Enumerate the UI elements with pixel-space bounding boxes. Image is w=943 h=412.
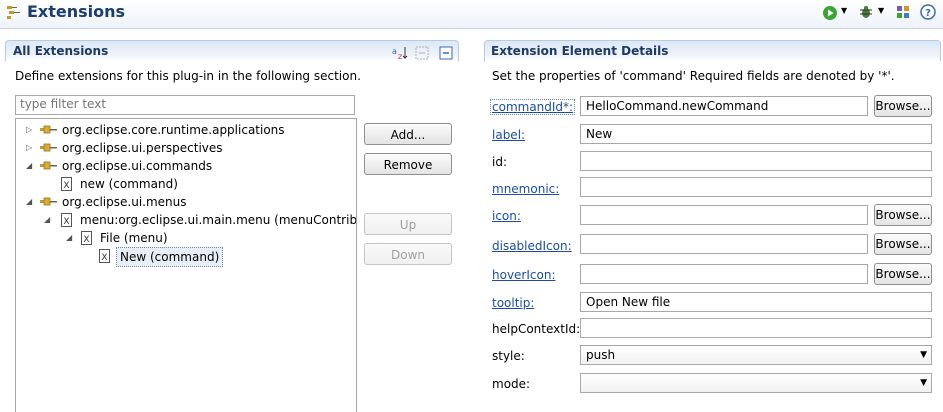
run-icon[interactable] <box>822 5 838 24</box>
tree-item[interactable]: ◢ org.eclipse.ui.commands <box>16 157 356 175</box>
editor-header: Extensions ▼ ▼ ? <box>0 0 943 28</box>
expand-all-icon[interactable] <box>415 46 429 63</box>
add-button[interactable]: Add... <box>364 123 452 145</box>
run-dropdown-icon[interactable]: ▼ <box>841 6 847 15</box>
chevron-down-icon[interactable]: ▼ <box>920 346 927 364</box>
mode-label: mode: <box>492 377 531 391</box>
tree-item[interactable]: X new (command) <box>16 175 356 193</box>
tree-item-label: org.eclipse.core.runtime.applications <box>62 123 285 137</box>
svg-text:a: a <box>392 47 397 56</box>
disabledicon-link[interactable]: disabledIcon: <box>492 239 572 253</box>
extensions-tree[interactable]: ▷ org.eclipse.core.runtime.applications … <box>15 118 357 412</box>
id-label: id: <box>492 155 507 169</box>
tree-item-selected[interactable]: X New (command) <box>16 247 356 268</box>
label-field[interactable]: New <box>580 124 932 144</box>
svg-text:X: X <box>83 235 89 245</box>
helpcontextid-field[interactable] <box>580 318 932 338</box>
all-extensions-description: Define extensions for this plug-in in th… <box>15 69 361 83</box>
debug-dropdown-icon[interactable]: ▼ <box>878 6 884 15</box>
remove-button[interactable]: Remove <box>364 153 452 175</box>
tooltip-field[interactable]: Open New file <box>580 292 932 312</box>
details-title: Extension Element Details <box>491 44 669 58</box>
page-title: Extensions <box>27 2 126 21</box>
style-select-value: push <box>586 348 616 362</box>
hovericon-link[interactable]: hoverIcon: <box>492 268 556 282</box>
tree-item[interactable]: ◢ org.eclipse.ui.menus <box>16 193 356 211</box>
up-button[interactable]: Up <box>364 213 452 235</box>
tooltip-link[interactable]: tooltip: <box>492 296 534 310</box>
icon-field[interactable] <box>580 205 868 225</box>
down-button[interactable]: Down <box>364 243 452 265</box>
style-label: style: <box>492 349 525 363</box>
help-icon[interactable]: ? <box>920 4 936 23</box>
disabledicon-browse-button[interactable]: Browse... <box>874 233 932 255</box>
tree-item[interactable]: ▷ org.eclipse.core.runtime.applications <box>16 121 356 139</box>
debug-icon[interactable] <box>858 4 874 23</box>
id-field[interactable] <box>580 151 932 171</box>
tree-item-label: New (command) <box>116 247 224 267</box>
commandid-link[interactable]: commandId*: <box>490 99 576 115</box>
style-select[interactable]: push ▼ <box>580 345 932 365</box>
tree-item-label: org.eclipse.ui.menus <box>62 195 187 209</box>
tree-item[interactable]: ◢ X menu:org.eclipse.ui.main.menu (menuC… <box>16 211 356 229</box>
svg-text:X: X <box>101 253 107 263</box>
tree-item-label: menu:org.eclipse.ui.main.menu (menuContr… <box>80 213 357 227</box>
plugin-tools-icon[interactable] <box>895 4 911 23</box>
hovericon-browse-button[interactable]: Browse... <box>874 263 932 285</box>
collapse-arrow-icon[interactable]: ◢ <box>26 157 36 175</box>
tree-item[interactable]: ▷ org.eclipse.ui.perspectives <box>16 139 356 157</box>
expand-arrow-icon[interactable]: ▷ <box>26 121 36 139</box>
hovericon-field[interactable] <box>580 264 868 284</box>
tree-item-label: org.eclipse.ui.commands <box>62 159 213 173</box>
chevron-down-icon[interactable]: ▼ <box>920 374 927 392</box>
icon-browse-button[interactable]: Browse... <box>874 204 932 226</box>
expand-arrow-icon[interactable]: ▷ <box>26 139 36 157</box>
all-extensions-title: All Extensions <box>13 44 109 58</box>
tree-item-label: File (menu) <box>100 231 168 245</box>
collapse-arrow-icon[interactable]: ◢ <box>26 193 36 211</box>
icon-link[interactable]: icon: <box>492 209 521 223</box>
tree-item-label: org.eclipse.ui.perspectives <box>62 141 223 155</box>
filter-field[interactable] <box>15 95 355 115</box>
helpcontextid-label: helpContextId: <box>492 322 581 336</box>
collapse-all-icon[interactable] <box>439 46 453 63</box>
commandid-browse-button[interactable]: Browse... <box>874 95 932 117</box>
svg-text:?: ? <box>925 8 931 19</box>
tree-item-label: new (command) <box>80 177 178 191</box>
header-separator <box>0 28 943 29</box>
tree-item[interactable]: ◢ X File (menu) <box>16 229 356 247</box>
mode-select[interactable]: ▼ <box>580 373 932 393</box>
collapse-arrow-icon[interactable]: ◢ <box>66 229 76 247</box>
extensions-icon <box>6 4 22 23</box>
mnemonic-field[interactable] <box>580 177 932 197</box>
collapse-arrow-icon[interactable]: ◢ <box>44 211 54 229</box>
details-description: Set the properties of 'command' Required… <box>492 69 895 83</box>
element-x-icon: X <box>99 249 111 268</box>
disabledicon-field[interactable] <box>580 234 868 254</box>
label-link[interactable]: label: <box>492 128 525 142</box>
commandid-field[interactable]: HelloCommand.newCommand <box>580 96 868 116</box>
svg-text:X: X <box>63 181 69 191</box>
sort-icon[interactable]: az <box>392 46 408 63</box>
filter-input[interactable] <box>16 96 354 112</box>
svg-text:X: X <box>63 217 69 227</box>
svg-text:z: z <box>398 52 402 60</box>
mnemonic-link[interactable]: mnemonic: <box>492 182 559 196</box>
